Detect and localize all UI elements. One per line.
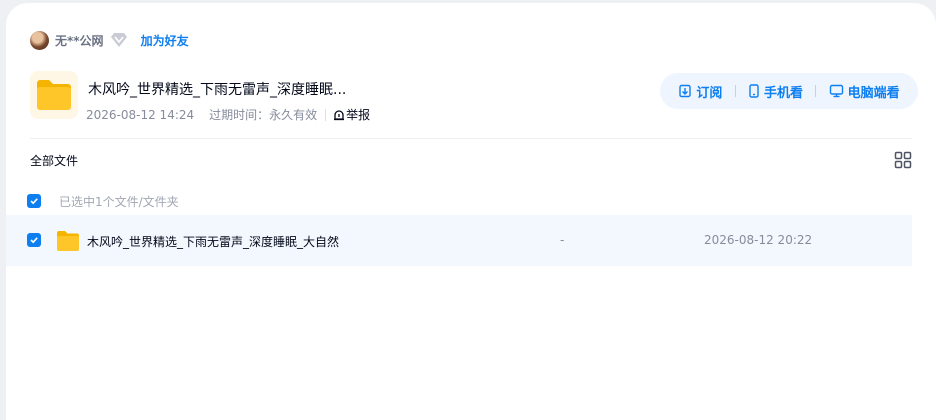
sharer-info: 无**公网 加为好友 — [30, 29, 189, 51]
file-size: - — [560, 233, 565, 247]
subscribe-icon — [679, 84, 692, 98]
selection-count: 已选中1个文件/文件夹 — [59, 194, 179, 209]
check-icon — [30, 198, 38, 205]
pc-view-button[interactable]: 电脑端看 — [829, 82, 900, 101]
folder-icon — [57, 231, 79, 251]
share-title: 木风吟_世界精选_下雨无雷声_深度睡眠... — [88, 82, 347, 98]
meta-divider — [325, 108, 327, 121]
file-name[interactable]: 木风吟_世界精选_下雨无雷声_深度睡眠_大自然 — [87, 233, 339, 250]
share-date: 2026-08-12 14:24 — [86, 107, 195, 122]
diamond-icon — [110, 31, 128, 49]
action-divider — [734, 85, 736, 97]
expire-label: 过期时间： — [209, 108, 270, 122]
action-divider — [815, 85, 817, 97]
sharer-name: 无**公网 — [55, 33, 104, 48]
folder-icon — [30, 71, 78, 119]
phone-view-label: 手机看 — [763, 85, 803, 101]
monitor-icon — [829, 84, 843, 98]
select-all-row: 已选中1个文件/文件夹 — [27, 191, 179, 211]
file-date: 2026-08-12 20:22 — [704, 233, 813, 247]
phone-icon — [749, 84, 759, 98]
check-icon — [30, 237, 38, 244]
avatar[interactable] — [30, 30, 49, 50]
row-checkbox[interactable] — [27, 233, 41, 247]
report-icon — [334, 109, 345, 120]
share-meta: 2026-08-12 14:24 过期时间： 永久有效 举报 — [86, 106, 370, 123]
add-friend-link[interactable]: 加为好友 — [141, 32, 189, 49]
subscribe-button[interactable]: 订阅 — [678, 82, 722, 101]
report-label: 举报 — [346, 108, 371, 122]
subscribe-label: 订阅 — [696, 85, 723, 101]
breadcrumb[interactable]: 全部文件 — [30, 152, 78, 169]
share-header: 木风吟_世界精选_下雨无雷声_深度睡眠... 2026-08-12 14:24 … — [30, 69, 918, 129]
phone-view-button[interactable]: 手机看 — [748, 82, 803, 101]
pc-view-label: 电脑端看 — [847, 85, 900, 101]
grid-view-icon[interactable] — [894, 151, 912, 169]
action-bar: 订阅 手机看 电脑端看 — [660, 73, 918, 109]
share-card: 无**公网 加为好友 木风吟_世界精选_下雨无雷声_深度睡眠... 2026-0… — [6, 3, 936, 420]
table-row[interactable]: 木风吟_世界精选_下雨无雷声_深度睡眠_大自然 - 2026-08-12 20:… — [6, 215, 912, 266]
report-button[interactable]: 举报 — [333, 106, 370, 123]
select-all-checkbox[interactable] — [27, 194, 41, 208]
header-divider — [30, 138, 912, 139]
expire-value: 永久有效 — [269, 108, 318, 122]
